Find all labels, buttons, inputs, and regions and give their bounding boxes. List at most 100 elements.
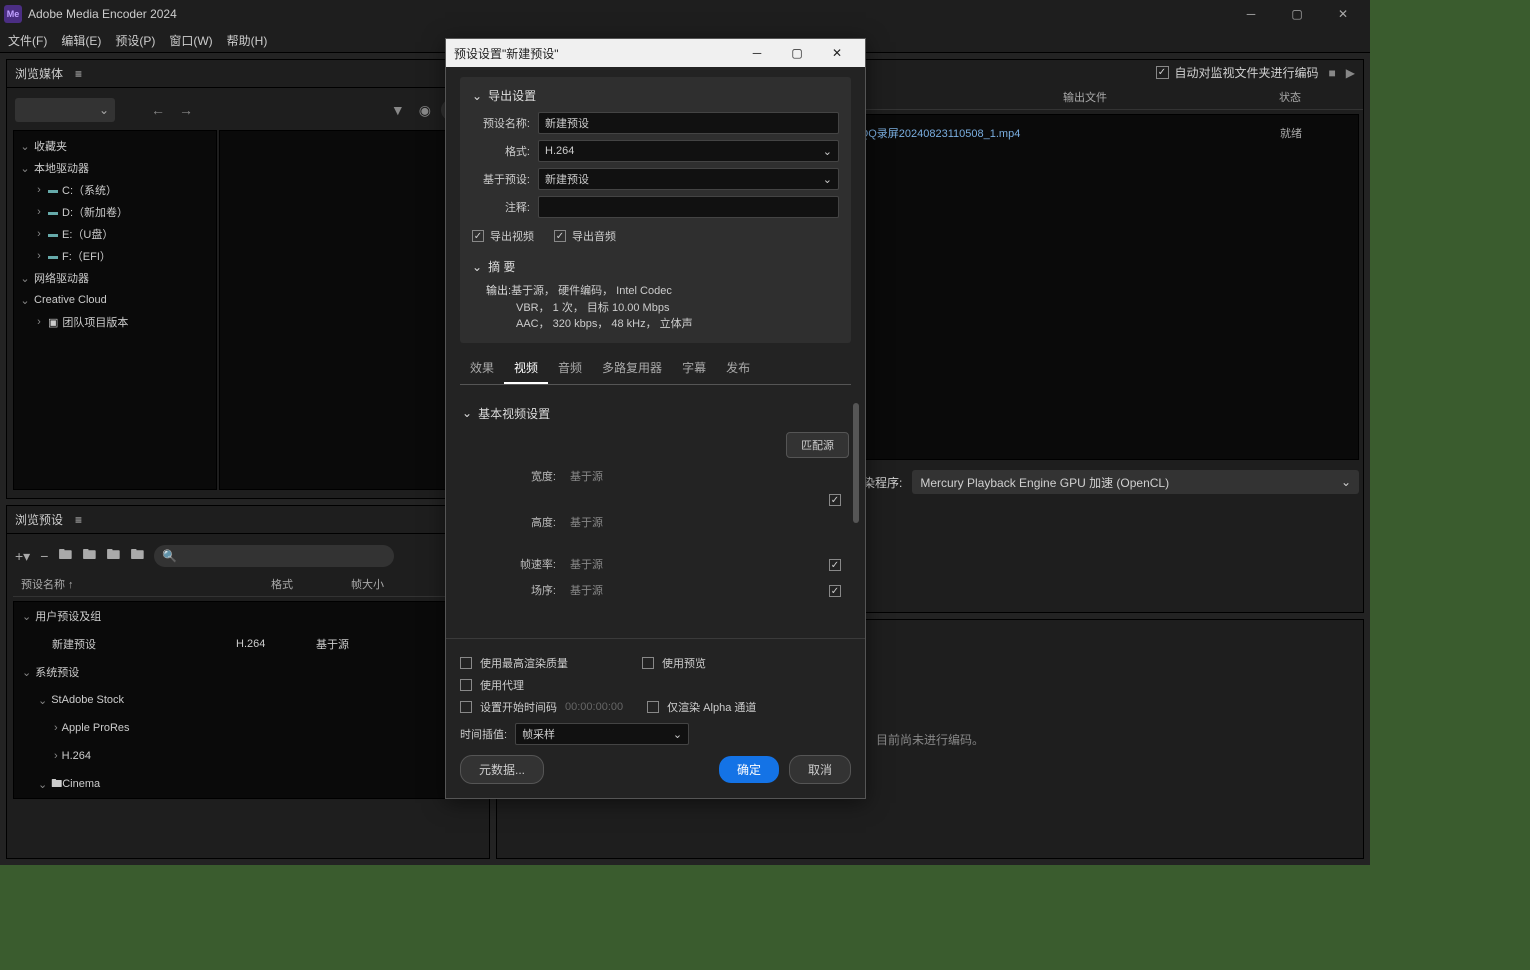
menu-window[interactable]: 窗口(W) <box>169 32 212 49</box>
titlebar: Me Adobe Media Encoder 2024 ─ ▢ ✕ <box>0 0 1370 28</box>
chevron-down-icon: ⌄ <box>823 145 832 158</box>
dialog-footer: 使用最高渲染质量 使用预览 使用代理 设置开始时间码 00:00:00:00 仅… <box>446 638 865 798</box>
preset-group-system[interactable]: ⌄系统预设 <box>14 658 482 686</box>
preset-browser-panel: 浏览预设 ≡ +▾ − 🖿 🖿 🖿 🖿 🔍 <box>6 505 490 859</box>
preset-name-input[interactable]: 新建预设 <box>538 112 839 134</box>
preset-browser-title: 浏览预设 <box>15 511 63 528</box>
tab-mux[interactable]: 多路复用器 <box>592 353 672 384</box>
preset-list: ⌄用户预设及组 新建预设 H.264 基于源 ⌄系统预设 ⌄St Adobe S… <box>13 601 483 799</box>
tab-audio[interactable]: 音频 <box>548 353 592 384</box>
chevron-down-icon[interactable]: ⌄ <box>462 406 472 420</box>
match-source-button[interactable]: 匹配源 <box>786 432 849 458</box>
menu-file[interactable]: 文件(F) <box>8 32 47 49</box>
add-preset-icon[interactable]: +▾ <box>15 548 30 565</box>
path-dropdown[interactable]: ⌄ <box>15 98 115 122</box>
render-engine-dropdown[interactable]: Mercury Playback Engine GPU 加速 (OpenCL)⌄ <box>912 470 1359 494</box>
use-proxy-checkbox[interactable]: 使用代理 <box>460 677 524 693</box>
col-preset-name[interactable]: 预设名称 ↑ <box>21 576 271 592</box>
preset-group-user[interactable]: ⌄用户预设及组 <box>14 602 482 630</box>
cancel-button[interactable]: 取消 <box>789 755 851 784</box>
use-preview-checkbox[interactable]: 使用预览 <box>642 655 706 671</box>
back-button[interactable]: ← <box>147 102 169 118</box>
encoding-message: 目前尚未进行编码。 <box>876 731 984 748</box>
media-browser-toolbar: ⌄ ← → ▼ ◉ 🔍 <box>13 94 483 126</box>
dialog-minimize-button[interactable]: ─ <box>737 39 777 67</box>
tab-effects[interactable]: 效果 <box>460 353 504 384</box>
folder-icon[interactable]: 🖿 <box>58 544 72 568</box>
auto-encode-checkbox[interactable]: ✓ 自动对监视文件夹进行编码 <box>1156 64 1319 81</box>
fps-lock-checkbox[interactable] <box>829 559 841 571</box>
new-folder-icon[interactable]: 🖿 <box>82 544 96 568</box>
tree-local-drives[interactable]: ⌄本地驱动器 <box>14 157 216 179</box>
dialog-title: 预设设置"新建预设" <box>454 45 559 62</box>
app-title: Adobe Media Encoder 2024 <box>28 7 177 21</box>
minimize-button[interactable]: ─ <box>1228 0 1274 28</box>
format-dropdown[interactable]: H.264⌄ <box>538 140 839 162</box>
export-icon[interactable]: 🖿 <box>106 544 120 568</box>
dialog-scrollbar[interactable] <box>853 393 861 603</box>
play-button[interactable]: ▶ <box>1346 66 1355 80</box>
filter-icon[interactable]: ▼ <box>387 102 409 118</box>
height-label: 高度: <box>462 514 556 530</box>
panel-menu-icon[interactable]: ≡ <box>75 67 82 81</box>
width-value: 基于源 <box>570 468 829 484</box>
tree-drive-d[interactable]: ›▬D:（新加卷） <box>14 201 216 223</box>
stop-button[interactable]: ■ <box>1329 66 1336 80</box>
preset-search-input[interactable]: 🔍 <box>154 545 394 567</box>
maximize-button[interactable]: ▢ <box>1274 0 1320 28</box>
forward-button[interactable]: → <box>175 102 197 118</box>
import-icon[interactable]: 🖿 <box>130 544 144 568</box>
preset-group-cinema[interactable]: ⌄🖿 Cinema <box>14 770 482 798</box>
metadata-button[interactable]: 元数据... <box>460 755 544 784</box>
interp-dropdown[interactable]: 帧采样⌄ <box>515 723 689 745</box>
interp-label: 时间插值: <box>460 726 507 742</box>
width-label: 宽度: <box>462 468 556 484</box>
remove-preset-icon[interactable]: − <box>40 548 48 564</box>
tab-captions[interactable]: 字幕 <box>672 353 716 384</box>
export-settings-section: ⌄导出设置 预设名称: 新建预设 格式: H.264⌄ 基于预设: 新建预设⌄ … <box>460 77 851 343</box>
menu-help[interactable]: 帮助(H) <box>227 32 268 49</box>
media-browser-panel: 浏览媒体 ≡ ⌄ ← → ▼ ◉ 🔍 <box>6 59 490 499</box>
ok-button[interactable]: 确定 <box>719 756 779 783</box>
field-lock-checkbox[interactable] <box>829 585 841 597</box>
menu-edit[interactable]: 编辑(E) <box>61 32 101 49</box>
col-output-file: 输出文件 <box>945 89 1225 105</box>
tree-drive-e[interactable]: ›▬E:（U盘） <box>14 223 216 245</box>
preset-row-user-preset[interactable]: 新建预设 H.264 基于源 <box>14 630 482 658</box>
fps-value: 基于源 <box>570 556 829 572</box>
wh-lock-checkbox[interactable] <box>829 494 841 506</box>
tree-creative-cloud[interactable]: ⌄Creative Cloud <box>14 289 216 311</box>
export-audio-checkbox[interactable]: 导出音频 <box>554 228 616 244</box>
start-timecode-checkbox[interactable]: 设置开始时间码 00:00:00:00 <box>460 699 623 715</box>
preset-group-apple-prores[interactable]: ›Apple ProRes <box>14 714 482 742</box>
tree-drive-c[interactable]: ›▬C:（系统） <box>14 179 216 201</box>
based-on-label: 基于预设: <box>472 171 530 187</box>
col-framesize[interactable]: 帧大小 <box>351 576 431 592</box>
team-icon: ▣ <box>48 316 58 329</box>
tree-drive-f[interactable]: ›▬F:（EFI） <box>14 245 216 267</box>
col-format[interactable]: 格式 <box>271 576 351 592</box>
tab-publish[interactable]: 发布 <box>716 353 760 384</box>
panel-menu-icon[interactable]: ≡ <box>75 513 82 527</box>
menu-preset[interactable]: 预设(P) <box>115 32 155 49</box>
dialog-maximize-button[interactable]: ▢ <box>777 39 817 67</box>
tree-favorites[interactable]: ⌄收藏夹 <box>14 135 216 157</box>
fps-label: 帧速率: <box>462 556 556 572</box>
tree-team-versions[interactable]: ›▣团队项目版本 <box>14 311 216 333</box>
based-on-dropdown[interactable]: 新建预设⌄ <box>538 168 839 190</box>
eye-icon[interactable]: ◉ <box>415 102 435 119</box>
col-status: 状态 <box>1225 89 1355 105</box>
max-quality-checkbox[interactable]: 使用最高渲染质量 <box>460 655 568 671</box>
alpha-only-checkbox[interactable]: 仅渲染 Alpha 通道 <box>647 699 756 715</box>
preset-group-adobe-stock[interactable]: ⌄St Adobe Stock <box>14 686 482 714</box>
tree-network-drives[interactable]: ⌄网络驱动器 <box>14 267 216 289</box>
tab-video[interactable]: 视频 <box>504 353 548 384</box>
chevron-down-icon[interactable]: ⌄ <box>472 260 482 274</box>
chevron-down-icon[interactable]: ⌄ <box>472 89 482 103</box>
folder-icon: 🖿 <box>51 775 62 794</box>
preset-group-h264[interactable]: ›H.264 <box>14 742 482 770</box>
export-video-checkbox[interactable]: 导出视频 <box>472 228 534 244</box>
close-button[interactable]: ✕ <box>1320 0 1366 28</box>
dialog-close-button[interactable]: ✕ <box>817 39 857 67</box>
comments-input[interactable] <box>538 196 839 218</box>
